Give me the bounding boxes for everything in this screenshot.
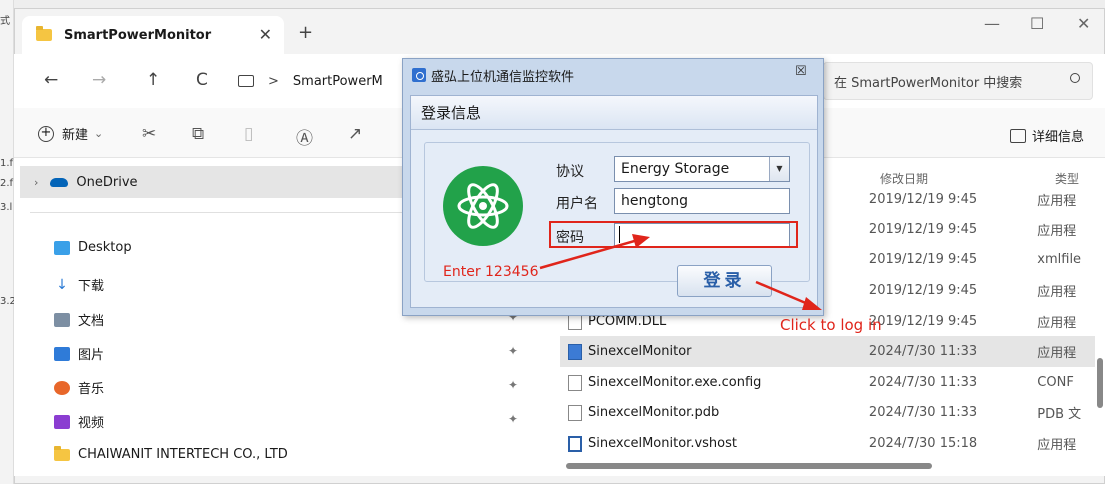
annotation-arrows [539, 234, 822, 310]
